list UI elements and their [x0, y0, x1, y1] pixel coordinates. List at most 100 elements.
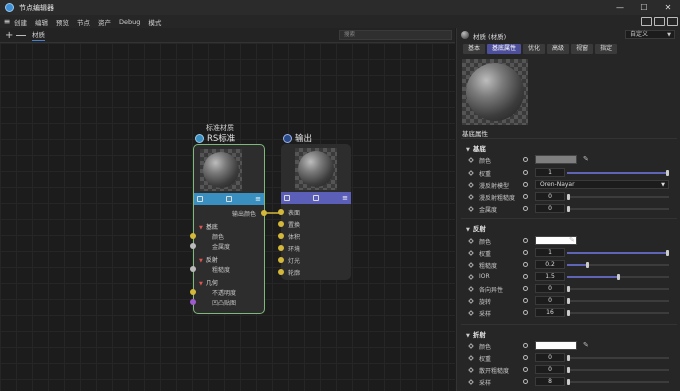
input-port-metalness[interactable] [190, 243, 196, 249]
row-refl-weight: 权重 1 [457, 248, 680, 259]
add-node-icon[interactable]: + [5, 28, 13, 43]
output-settings-icon[interactable] [284, 195, 290, 201]
refl-samples-value[interactable]: 16 [535, 308, 565, 317]
ior-slider[interactable] [567, 274, 669, 280]
node-editor-window: 节点编辑器 — ☐ ✕ ≡ 创建 编辑 预览 节点 资产 Debug 模式 + … [0, 0, 680, 391]
ior-value[interactable]: 1.5 [535, 272, 565, 281]
preset-value: 自定义 [630, 31, 649, 38]
rotation-value[interactable]: 0 [535, 296, 565, 305]
port-label-surface: 表面 [288, 210, 301, 217]
tab-advanced[interactable]: 高级 [547, 44, 570, 54]
output-node-title-text: 输出 [295, 134, 313, 144]
port-label-bump: 凹凸贴图 [212, 300, 237, 307]
anisotropy-value[interactable]: 0 [535, 284, 565, 293]
diffuse-roughness-value[interactable]: 0 [535, 192, 565, 201]
port-label-color: 颜色 [212, 234, 225, 241]
metalness-slider[interactable] [567, 206, 669, 212]
input-port-light[interactable] [278, 257, 284, 263]
menu-mode[interactable]: 模式 [148, 17, 161, 27]
input-port-roughness[interactable] [190, 266, 196, 272]
node-graph-canvas[interactable]: 标准材质 RS标准 ≡ 输出颜色 ▼ 基底 颜色 金属度 ▼ 反射 粗糙度 ▼ … [0, 43, 455, 391]
input-port-displacement[interactable] [278, 221, 284, 227]
base-weight-slider[interactable] [567, 170, 669, 176]
refr-roughness-value[interactable]: 0 [535, 365, 565, 374]
app-icon [5, 3, 14, 12]
port-label-opacity: 不透明度 [212, 290, 237, 297]
input-port-bump[interactable] [190, 299, 196, 305]
input-port-volume[interactable] [278, 233, 284, 239]
group-geometry[interactable]: ▼ 几何 [199, 278, 218, 287]
refr-samples-slider[interactable] [567, 379, 669, 385]
material-preview [462, 59, 528, 125]
output-color-port-label: 输出颜色 [232, 211, 257, 218]
output-color-port[interactable] [261, 210, 267, 216]
menu-edit[interactable]: 编辑 [35, 17, 48, 27]
output-menu-icon[interactable]: ≡ [342, 194, 348, 202]
menu-preview[interactable]: 预览 [56, 17, 69, 27]
minimize-button[interactable]: — [608, 0, 632, 15]
base-weight-value[interactable]: 1 [535, 168, 565, 177]
node-menu-icon[interactable]: ≡ [255, 195, 261, 203]
material-node-title[interactable]: RS标准 [195, 132, 235, 144]
menu-assets[interactable]: 资产 [98, 17, 111, 27]
layout-panel-icon[interactable] [654, 17, 665, 26]
eyedropper-icon[interactable]: ✎ [583, 155, 589, 163]
refr-weight-value[interactable]: 0 [535, 353, 565, 362]
menu-debug[interactable]: Debug [119, 18, 140, 26]
tab-viewport[interactable]: 视窗 [571, 44, 594, 54]
diffuse-roughness-slider[interactable] [567, 194, 669, 200]
panel-header: 材质 (材质) [473, 33, 507, 41]
anisotropy-slider[interactable] [567, 286, 669, 292]
close-button[interactable]: ✕ [656, 0, 680, 15]
rotation-slider[interactable] [567, 298, 669, 304]
refl-roughness-slider[interactable] [567, 262, 669, 268]
tab-assign[interactable]: 指定 [595, 44, 618, 54]
preset-dropdown[interactable]: 自定义 ▼ [625, 30, 675, 39]
material-node[interactable]: ≡ 输出颜色 ▼ 基底 颜色 金属度 ▼ 反射 粗糙度 ▼ 几何 不透明度 凹凸贴图 [190, 144, 267, 314]
refr-weight-slider[interactable] [567, 355, 669, 361]
section-base[interactable]: ▼ 基底 [466, 143, 486, 153]
search-input[interactable]: 搜索 [339, 30, 452, 40]
hamburger-menu-icon[interactable]: ≡ [0, 17, 14, 26]
input-port-surface[interactable] [278, 209, 284, 215]
input-port-contour[interactable] [278, 269, 284, 275]
tab-optimize[interactable]: 优化 [523, 44, 546, 54]
row-refr-samples: 采样 8 [457, 377, 680, 388]
section-reflection[interactable]: ▼ 反射 [466, 223, 486, 233]
input-port-environment[interactable] [278, 245, 284, 251]
menu-node[interactable]: 节点 [77, 17, 90, 27]
refr-roughness-slider[interactable] [567, 367, 669, 373]
refr-eyedropper-icon[interactable]: ✎ [583, 341, 589, 349]
refl-eyedropper-icon[interactable]: ✎ [569, 236, 575, 244]
diffuse-model-dropdown[interactable]: Oren-Nayar ▼ [535, 180, 669, 189]
row-refr-color: 颜色 ✎ [457, 341, 680, 352]
metalness-value[interactable]: 0 [535, 204, 565, 213]
port-label-metalness: 金属度 [212, 244, 231, 251]
refl-samples-slider[interactable] [567, 310, 669, 316]
layout-split-icon[interactable] [641, 17, 652, 26]
layout-columns-icon[interactable] [667, 17, 678, 26]
input-port-color[interactable] [190, 233, 196, 239]
refl-weight-value[interactable]: 1 [535, 248, 565, 257]
section-refraction[interactable]: ▼ 折射 [466, 329, 486, 339]
tab-basic[interactable]: 基本 [463, 44, 486, 54]
maximize-button[interactable]: ☐ [632, 0, 656, 15]
output-image-icon[interactable] [313, 195, 320, 201]
output-node-title[interactable]: 输出 [283, 132, 312, 144]
tab-material[interactable]: 材质 [32, 31, 45, 41]
refl-roughness-value[interactable]: 0.2 [535, 260, 565, 269]
input-port-opacity[interactable] [190, 289, 196, 295]
tab-base-properties[interactable]: 基底属性 [487, 44, 522, 54]
output-node[interactable]: ≡ 表面 置换 体积 环境 灯光 轮廓 [278, 144, 351, 280]
node-settings-icon[interactable] [197, 196, 203, 202]
node-image-icon[interactable] [226, 196, 233, 202]
group-base[interactable]: ▼ 基底 [199, 222, 218, 231]
group-reflection[interactable]: ▼ 反射 [199, 255, 218, 264]
base-color-swatch[interactable] [535, 155, 577, 164]
line-tool-icon[interactable] [16, 35, 26, 36]
refr-samples-value[interactable]: 8 [535, 377, 565, 386]
refr-color-swatch[interactable] [535, 341, 577, 350]
refl-weight-slider[interactable] [567, 250, 669, 256]
menu-create[interactable]: 创建 [14, 17, 27, 27]
menu-bar: ≡ 创建 编辑 预览 节点 资产 Debug 模式 [0, 15, 680, 28]
